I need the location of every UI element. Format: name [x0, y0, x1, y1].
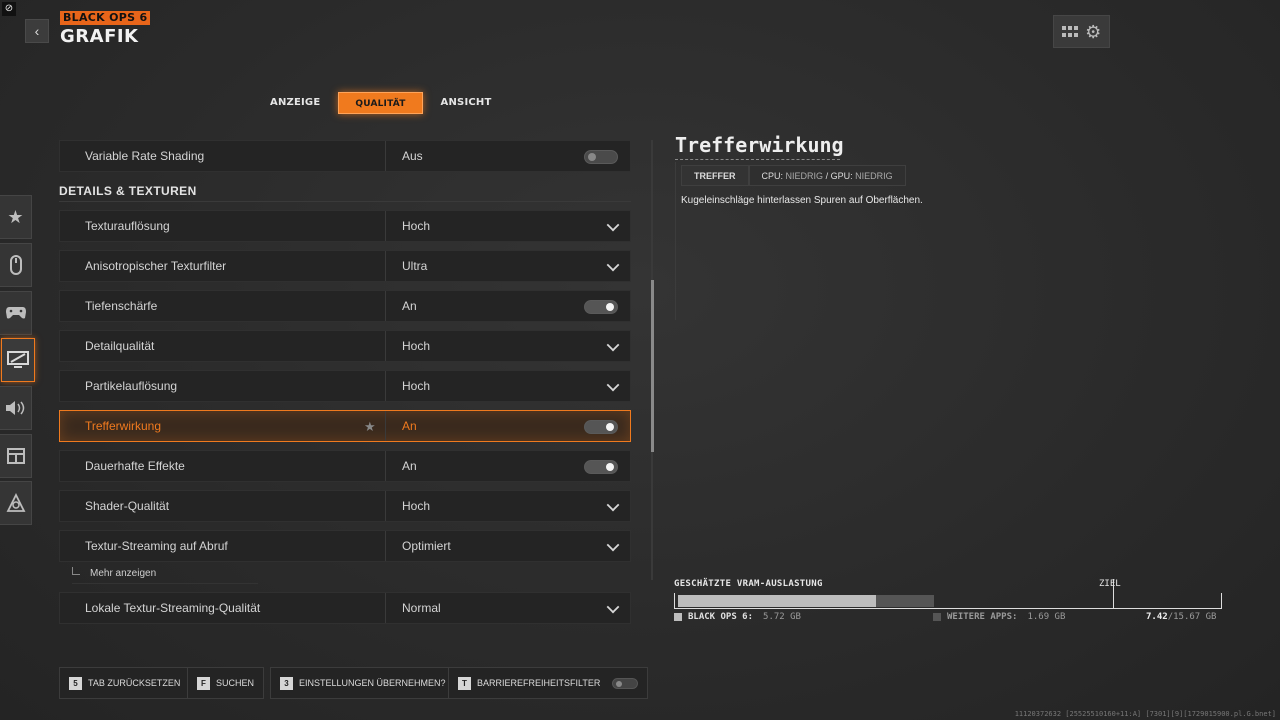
setting-row-detailqualitaet[interactable]: Detailqualität Hoch [59, 330, 631, 362]
toggle-switch[interactable] [584, 150, 618, 164]
setting-label: Detailqualität [85, 339, 155, 353]
chevron-down-icon[interactable] [606, 218, 620, 232]
setting-label: Anisotropischer Texturfilter [85, 259, 227, 273]
top-right-controls: ⚙ [1053, 15, 1110, 48]
setting-value: Hoch [402, 339, 431, 353]
chevron-down-icon[interactable] [606, 600, 620, 614]
setting-label: Trefferwirkung [85, 419, 162, 433]
vram-total: 7.42/15.67 GB [1146, 612, 1217, 622]
monitor-icon[interactable] [1, 338, 35, 382]
vram-legend-other: WEITERE APPS: 1.69 GB [933, 612, 1065, 622]
detail-title-underline [675, 158, 840, 160]
back-button[interactable]: ‹ [25, 19, 49, 43]
page-title: GRAFIK [60, 26, 139, 47]
corner-app-logo: ⊘ [2, 2, 16, 16]
detail-description: Kugeleinschläge hinterlassen Spuren auf … [681, 195, 923, 206]
show-more-link[interactable]: Mehr anzeigen [72, 567, 258, 584]
setting-row-texturaufloesung[interactable]: Texturauflösung Hoch [59, 210, 631, 242]
setting-value: Optimiert [402, 539, 451, 553]
detail-title: Trefferwirkung [675, 133, 844, 157]
setting-label: Variable Rate Shading [85, 149, 205, 163]
setting-label: Textur-Streaming auf Abruf [85, 539, 228, 553]
reset-tab-button[interactable]: 5 TAB ZURÜCKSETZEN [59, 667, 191, 699]
toggle-switch[interactable] [584, 300, 618, 314]
mouse-icon[interactable] [0, 243, 32, 287]
vram-bar-other-segment [875, 595, 935, 607]
setting-row-textur-streaming[interactable]: Textur-Streaming auf Abruf Optimiert [59, 530, 631, 562]
chevron-down-icon[interactable] [606, 378, 620, 392]
settings-tabs: ANZEIGE QUALITÄT ANSICHT [262, 92, 500, 114]
accessibility-filter-toggle[interactable] [612, 677, 639, 689]
star-icon[interactable]: ★ [0, 195, 32, 239]
setting-row-trefferwirkung[interactable]: Trefferwirkung ★ An [59, 410, 631, 442]
toggle-switch[interactable] [584, 460, 618, 474]
gear-icon[interactable]: ⚙ [1085, 23, 1101, 41]
setting-row-lokale-streaming-qualitaet[interactable]: Lokale Textur-Streaming-Qualität Normal [59, 592, 631, 624]
tab-qualitaet[interactable]: QUALITÄT [338, 92, 423, 114]
setting-row-partikelaufloesung[interactable]: Partikelauflösung Hoch [59, 370, 631, 402]
tab-ansicht[interactable]: ANSICHT [433, 92, 500, 114]
setting-row-dauerhafte-effekte[interactable]: Dauerhafte Effekte An [59, 450, 631, 482]
tab-anzeige[interactable]: ANZEIGE [262, 92, 328, 114]
accessibility-filter-button[interactable]: T BARRIEREFREIHEITSFILTER [448, 667, 649, 699]
section-title: DETAILS & TEXTUREN [59, 184, 197, 198]
chevron-down-icon[interactable] [606, 538, 620, 552]
favorite-star-icon[interactable]: ★ [364, 411, 376, 442]
setting-label: Shader-Qualität [85, 499, 170, 513]
setting-value: Aus [402, 149, 423, 163]
setting-row-tiefenschaerfe[interactable]: Tiefenschärfe An [59, 290, 631, 322]
setting-label: Tiefenschärfe [85, 299, 158, 313]
setting-value: Hoch [402, 499, 431, 513]
chevron-down-icon[interactable] [606, 498, 620, 512]
vram-target-label: ZIEL [1099, 579, 1121, 589]
build-info-text: 11120372632 [25525510160+11:A] [7301][9]… [1014, 710, 1276, 718]
section-divider [59, 201, 631, 202]
detail-divider [675, 162, 676, 320]
apply-settings-button[interactable]: 3 EINSTELLUNGEN ÜBERNEHMEN? [270, 667, 456, 699]
detail-impact-tag: CPU: NIEDRIG / GPU: NIEDRIG [748, 165, 906, 186]
detail-tags: TREFFER CPU: NIEDRIG / GPU: NIEDRIG [681, 165, 906, 186]
setting-value: Hoch [402, 219, 431, 233]
setting-value: Ultra [402, 259, 428, 273]
scrollbar-thumb[interactable] [651, 280, 654, 452]
speaker-icon[interactable] [0, 386, 32, 430]
chevron-down-icon[interactable] [606, 258, 620, 272]
chevron-left-icon: ‹ [34, 23, 40, 39]
chevron-down-icon[interactable] [606, 338, 620, 352]
vram-target-marker [1113, 579, 1115, 609]
setting-row-anisotropischer-filter[interactable]: Anisotropischer Texturfilter Ultra [59, 250, 631, 282]
setting-row-variable-rate-shading[interactable]: Variable Rate Shading Aus [59, 140, 631, 172]
setting-value: An [402, 459, 417, 473]
vram-bar [674, 579, 1222, 609]
setting-value: Hoch [402, 379, 431, 393]
setting-value: An [402, 419, 417, 433]
interface-icon[interactable] [0, 434, 32, 478]
vram-bar-game-segment [678, 595, 876, 607]
detail-category-tag: TREFFER [681, 165, 749, 186]
setting-row-shader-qualitaet[interactable]: Shader-Qualität Hoch [59, 490, 631, 522]
setting-value: An [402, 299, 417, 313]
game-brand-logo: BLACK OPS 6 [60, 11, 151, 25]
network-icon[interactable] [0, 481, 32, 525]
show-more-label: Mehr anzeigen [90, 568, 157, 579]
controller-icon[interactable] [0, 291, 32, 335]
search-button[interactable]: F SUCHEN [187, 667, 265, 699]
vram-legend-game: BLACK OPS 6: 5.72 GB [674, 612, 801, 622]
setting-label: Lokale Textur-Streaming-Qualität [85, 601, 261, 615]
setting-label: Dauerhafte Effekte [85, 459, 185, 473]
setting-label: Texturauflösung [85, 219, 170, 233]
vram-title: GESCHÄTZTE VRAM-AUSLASTUNG [674, 579, 823, 589]
setting-label: Partikelauflösung [85, 379, 178, 393]
toggle-switch[interactable] [584, 420, 618, 434]
apps-grid-icon[interactable] [1061, 25, 1078, 38]
setting-value: Normal [402, 601, 441, 615]
